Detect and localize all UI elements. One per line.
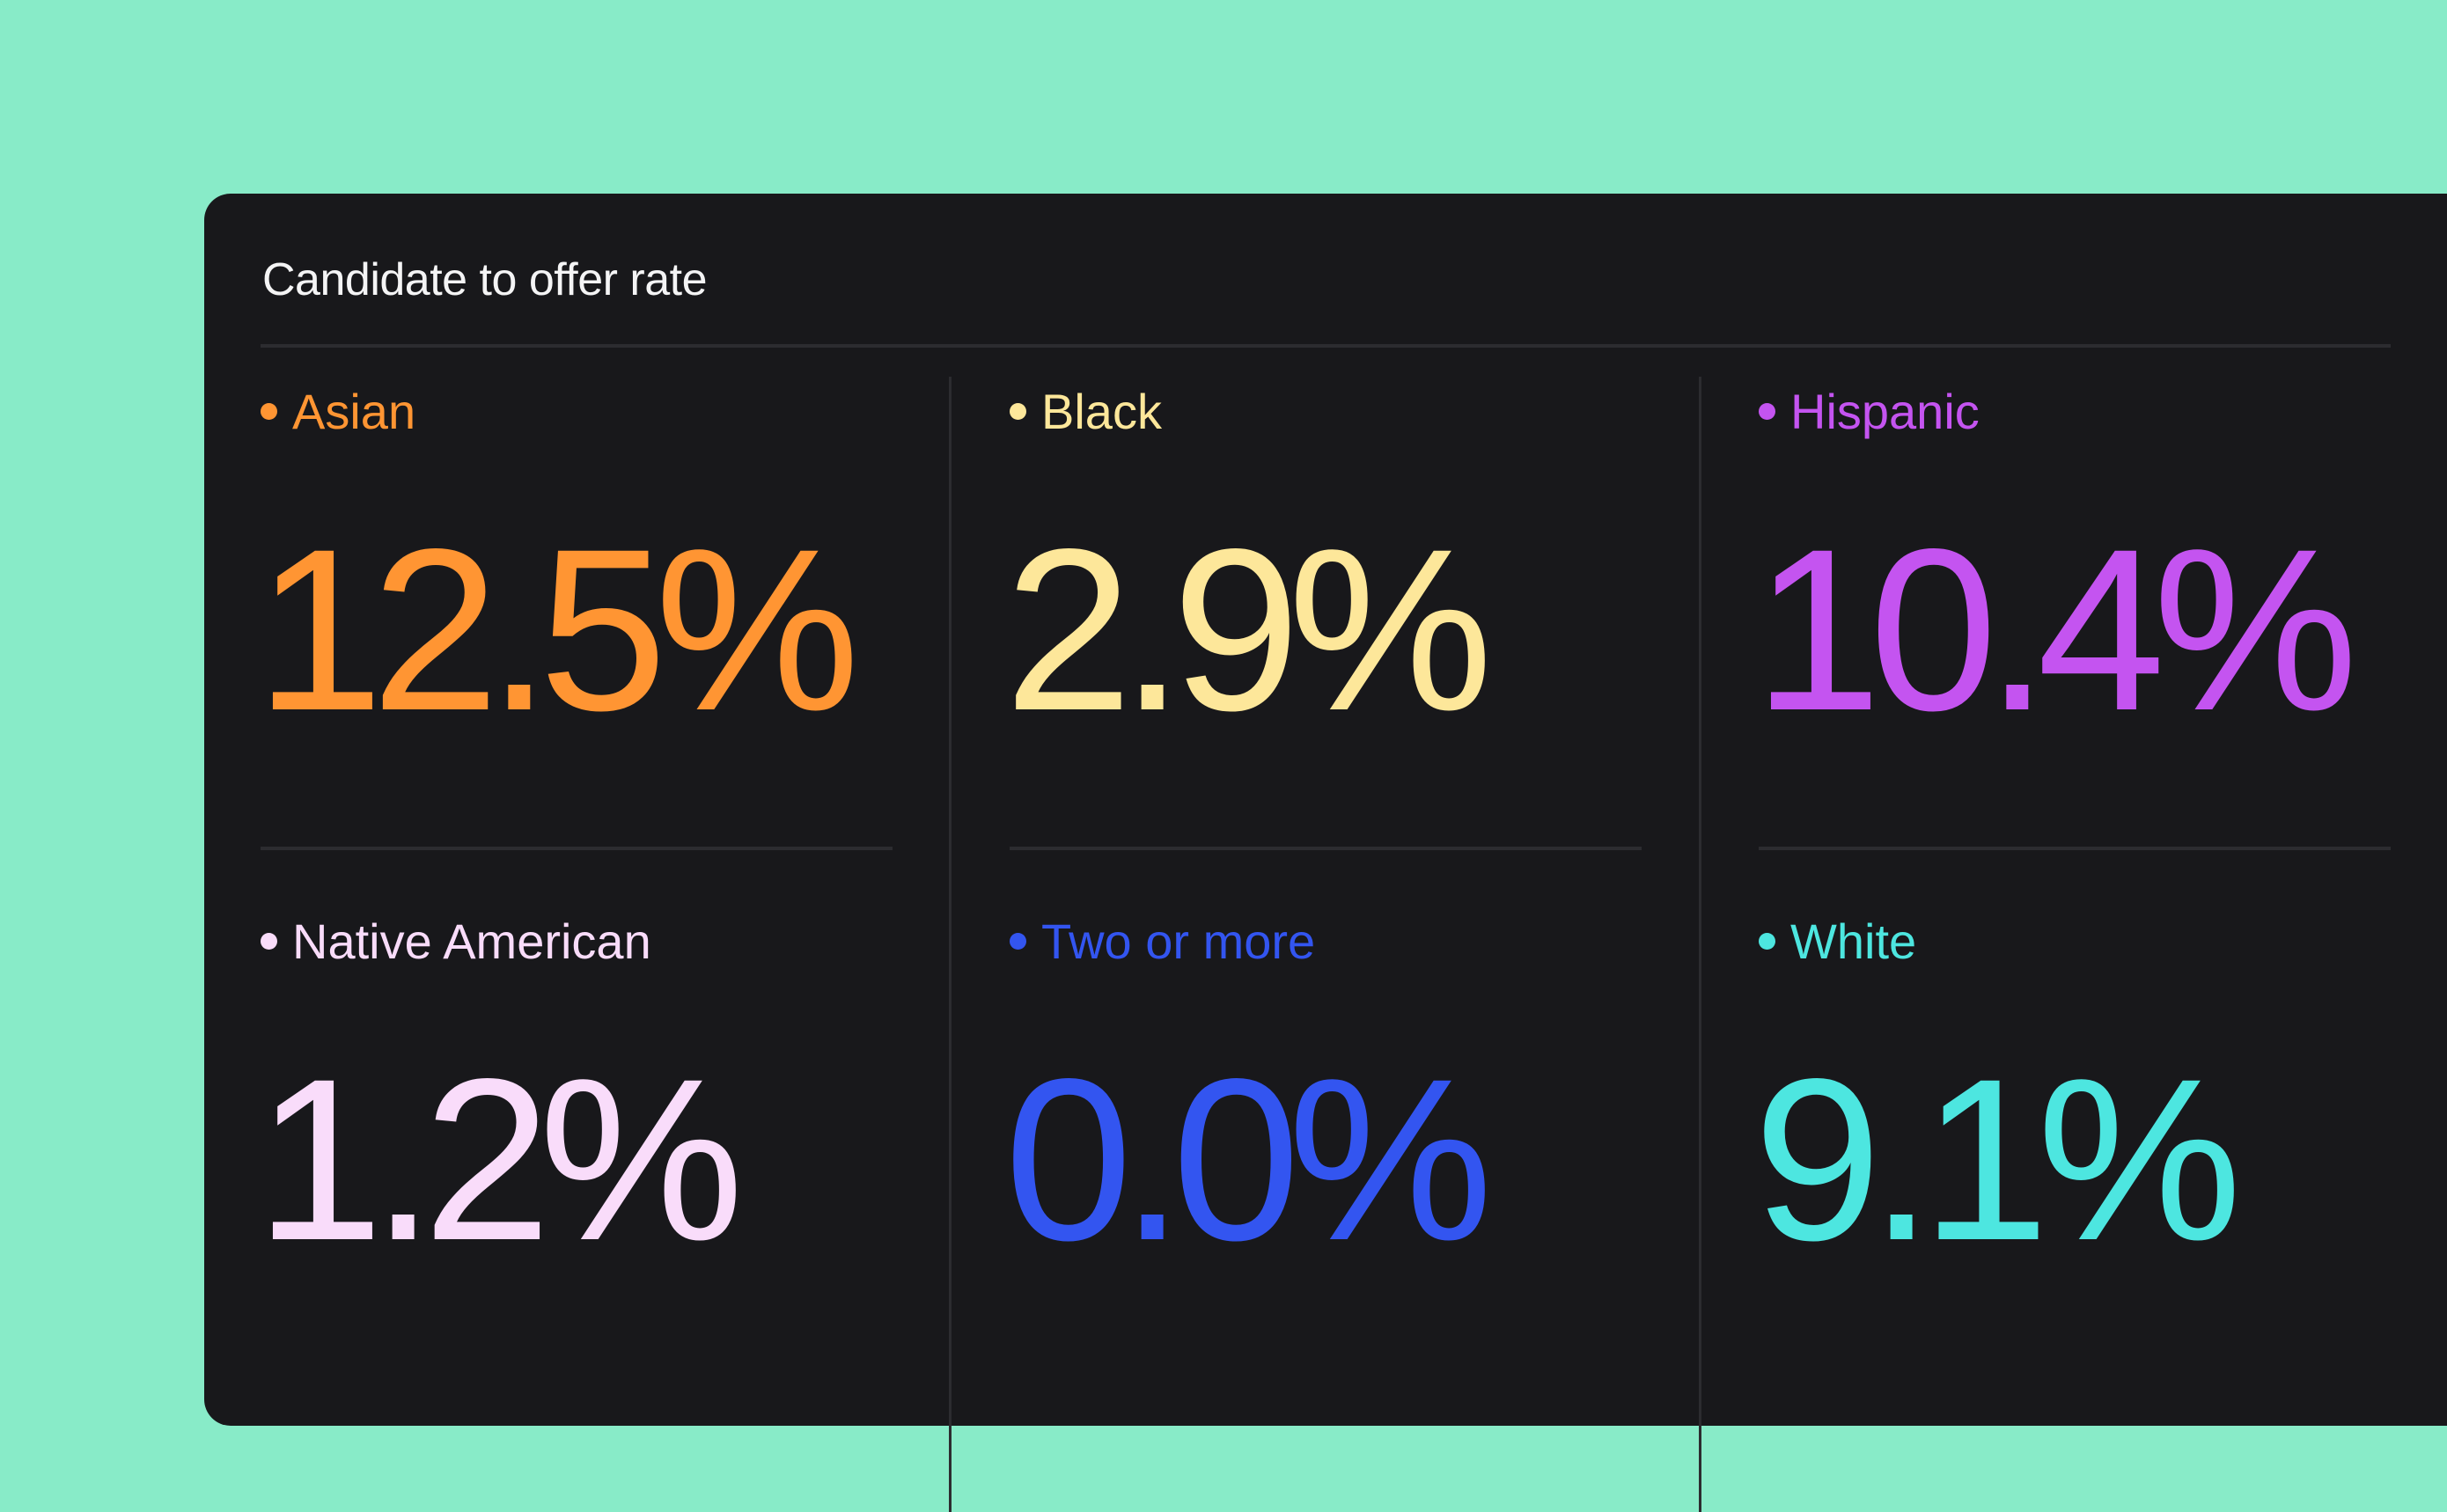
metric-label: Two or more <box>1041 914 1316 969</box>
metric-native-american: Native American 1.2% <box>255 913 894 1353</box>
metric-label: Hispanic <box>1790 384 1980 439</box>
row-divider <box>261 847 893 850</box>
candidate-offer-rate-card: Candidate to offer rate Asian 12.5% Blac… <box>204 194 2447 1512</box>
metric-value: 0.0% <box>1004 1031 1493 1288</box>
metric-value: 9.1% <box>1753 1031 2242 1288</box>
metric-label: Black <box>1041 384 1162 439</box>
metric-value: 1.2% <box>255 1031 744 1288</box>
metric-label: Native American <box>292 914 651 969</box>
column-divider <box>949 377 952 1512</box>
column-divider <box>1699 377 1701 1512</box>
legend-dot-icon <box>1759 933 1775 950</box>
row-divider <box>1010 847 1642 850</box>
metric-asian: Asian 12.5% <box>255 383 894 823</box>
metric-value: 2.9% <box>1004 501 1493 759</box>
header-divider <box>261 344 2391 348</box>
card-title: Candidate to offer rate <box>262 254 708 305</box>
legend-dot-icon <box>1759 403 1775 420</box>
metric-value: 12.5% <box>255 501 860 759</box>
metric-hispanic: Hispanic 10.4% <box>1753 383 2392 823</box>
metric-value: 10.4% <box>1753 501 2358 759</box>
metric-black: Black 2.9% <box>1004 383 1643 823</box>
row-divider <box>1759 847 2391 850</box>
legend-dot-icon <box>261 403 277 420</box>
metric-label: Asian <box>292 384 416 439</box>
metric-two-or-more: Two or more 0.0% <box>1004 913 1643 1353</box>
metric-label: White <box>1790 914 1917 969</box>
metric-white: White 9.1% <box>1753 913 2392 1353</box>
legend-dot-icon <box>1010 933 1026 950</box>
legend-dot-icon <box>261 933 277 950</box>
legend-dot-icon <box>1010 403 1026 420</box>
